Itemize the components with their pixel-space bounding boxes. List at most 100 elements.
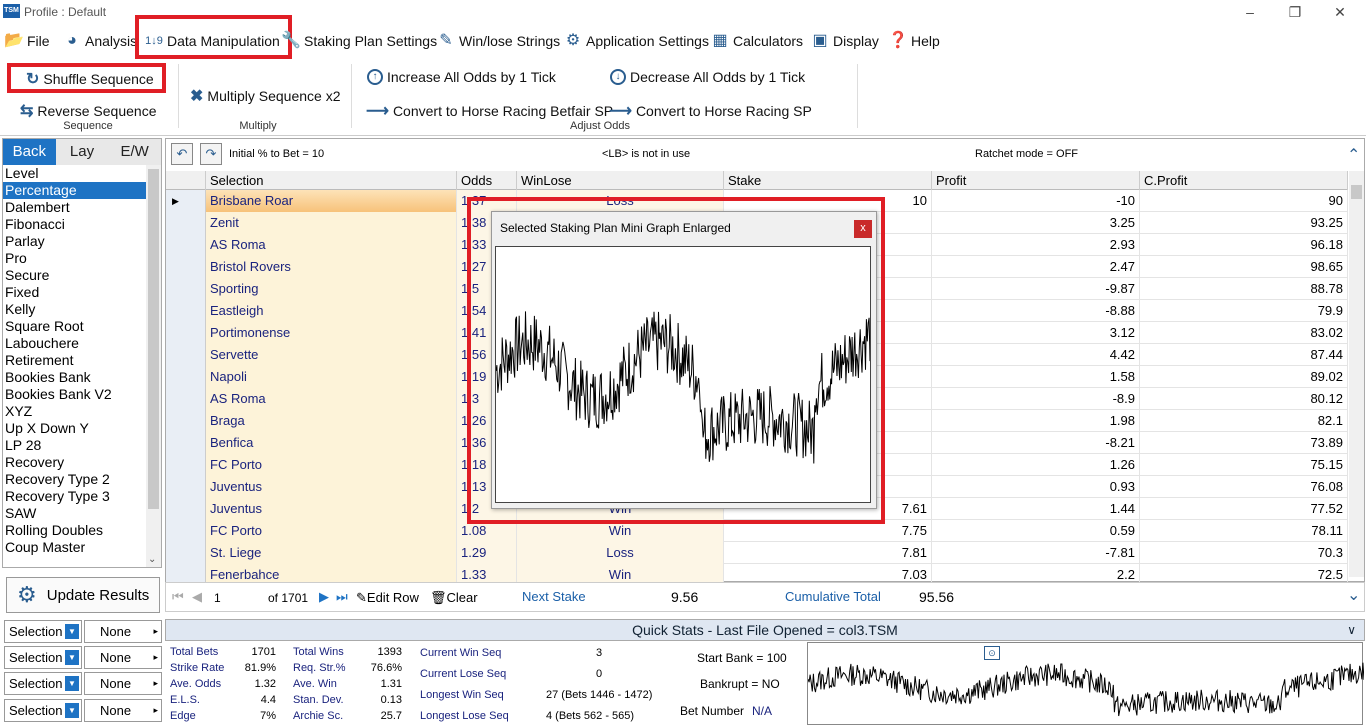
header-cprofit[interactable]: C.Profit — [1140, 171, 1348, 190]
menu-analysis[interactable]: ◕ Analysis — [62, 29, 137, 53]
redo-icon[interactable]: ↷ — [200, 143, 222, 165]
cell-odds[interactable]: 1.29 — [457, 542, 517, 564]
none-dropdown[interactable]: None ▸ — [84, 620, 162, 643]
cell-cprofit[interactable]: 87.44 — [1140, 344, 1348, 366]
plan-list-scrollbar[interactable]: ⌄ — [146, 165, 161, 567]
none-dropdown[interactable]: None ▸ — [84, 646, 162, 669]
plan-item[interactable]: Pro — [3, 250, 146, 267]
cell-winlose[interactable]: Loss — [517, 542, 724, 564]
cell-profit[interactable]: -9.87 — [932, 278, 1140, 300]
plan-item[interactable]: Percentage — [3, 182, 146, 199]
cell-selection[interactable]: FC Porto — [206, 454, 457, 476]
header-winlose[interactable]: WinLose — [517, 171, 724, 190]
row-header[interactable] — [166, 322, 206, 344]
plan-item[interactable]: Kelly — [3, 301, 146, 318]
chevron-down-icon[interactable]: ▼ — [65, 624, 79, 639]
prev-record-icon[interactable]: ◀ — [192, 589, 202, 605]
cell-selection[interactable]: Braga — [206, 410, 457, 432]
plan-item[interactable]: SAW — [3, 505, 146, 522]
cell-selection[interactable]: Eastleigh — [206, 300, 457, 322]
cell-profit[interactable]: 4.42 — [932, 344, 1140, 366]
plan-item[interactable]: Bookies Bank V2 — [3, 386, 146, 403]
chevron-down-icon[interactable]: ▼ — [65, 650, 79, 665]
collapse-chevron-icon[interactable]: ∨ — [1347, 620, 1356, 640]
selection-dropdown[interactable]: Selection ▼ — [4, 620, 82, 643]
menu-help[interactable]: ❓ Help — [888, 29, 940, 53]
record-number-input[interactable]: 1 — [214, 591, 221, 605]
scrollbar-thumb[interactable] — [148, 169, 159, 509]
plan-item[interactable]: Parlay — [3, 233, 146, 250]
reverse-sequence-button[interactable]: ⇆ Reverse Sequence — [20, 101, 156, 121]
cell-cprofit[interactable]: 79.9 — [1140, 300, 1348, 322]
collapse-up-icon[interactable]: ⌃ — [1347, 145, 1360, 165]
row-header[interactable] — [166, 476, 206, 498]
cell-cprofit[interactable]: 90 — [1140, 190, 1348, 212]
header-selection[interactable]: Selection — [206, 171, 457, 190]
minimize-icon[interactable]: – — [1238, 2, 1262, 22]
plan-item[interactable]: LP 28 — [3, 437, 146, 454]
plan-item[interactable]: Bookies Bank — [3, 369, 146, 386]
cell-selection[interactable]: St. Liege — [206, 542, 457, 564]
quick-stats-header[interactable]: Quick Stats - Last File Opened = col3.TS… — [165, 619, 1365, 641]
cell-profit[interactable]: 2.47 — [932, 256, 1140, 278]
restore-icon[interactable]: ❐ — [1283, 2, 1307, 22]
close-icon[interactable]: ✕ — [1328, 2, 1352, 22]
selection-dropdown[interactable]: Selection ▼ — [4, 699, 82, 722]
row-header[interactable] — [166, 410, 206, 432]
cell-selection[interactable]: Bristol Rovers — [206, 256, 457, 278]
plan-item[interactable]: Up X Down Y — [3, 420, 146, 437]
menu-file[interactable]: 📂 File — [4, 29, 50, 53]
cell-cprofit[interactable]: 73.89 — [1140, 432, 1348, 454]
plan-item[interactable]: Fibonacci — [3, 216, 146, 233]
collapse-down-icon[interactable]: ⌄ — [1347, 585, 1360, 605]
tab-ew[interactable]: E/W — [108, 139, 162, 165]
cell-selection[interactable]: AS Roma — [206, 234, 457, 256]
cell-profit[interactable]: -10 — [932, 190, 1140, 212]
cell-cprofit[interactable]: 80.12 — [1140, 388, 1348, 410]
plan-item[interactable]: XYZ — [3, 403, 146, 420]
last-record-icon[interactable]: ⏭ — [336, 589, 348, 605]
cell-profit[interactable]: 1.44 — [932, 498, 1140, 520]
plan-item[interactable]: Recovery Type 3 — [3, 488, 146, 505]
cell-stake[interactable]: 7.81 — [724, 542, 932, 564]
row-header[interactable] — [166, 344, 206, 366]
chevron-down-icon[interactable]: ⌄ — [148, 554, 156, 565]
multiply-sequence-button[interactable]: ✖ Multiply Sequence x2 — [190, 86, 340, 106]
row-header[interactable]: ▶ — [166, 190, 206, 212]
header-profit[interactable]: Profit — [932, 171, 1140, 190]
menu-display[interactable]: ▣ Display — [810, 29, 878, 53]
update-results-button[interactable]: ⚙ Update Results — [6, 577, 160, 613]
plan-item[interactable]: Level — [3, 165, 146, 182]
row-header[interactable] — [166, 300, 206, 322]
row-header[interactable] — [166, 432, 206, 454]
selection-dropdown[interactable]: Selection ▼ — [4, 672, 82, 695]
scrollbar-thumb[interactable] — [1351, 185, 1362, 199]
cell-selection[interactable]: Sporting — [206, 278, 457, 300]
tab-lay[interactable]: Lay — [55, 139, 109, 165]
menu-calculators[interactable]: ▦ Calculators — [710, 29, 803, 53]
clear-button[interactable]: 🗑Clear — [430, 590, 478, 606]
header-stake[interactable]: Stake — [724, 171, 932, 190]
edit-row-button[interactable]: ✎Edit Row — [356, 590, 419, 606]
cell-cprofit[interactable]: 89.02 — [1140, 366, 1348, 388]
convert-betfair-sp-button[interactable]: ⟶ Convert to Horse Racing Betfair SP — [366, 101, 613, 121]
cell-profit[interactable]: 2.93 — [932, 234, 1140, 256]
none-dropdown[interactable]: None ▸ — [84, 699, 162, 722]
plan-item[interactable]: Fixed — [3, 284, 146, 301]
cell-selection[interactable]: Juventus — [206, 476, 457, 498]
row-header[interactable] — [166, 256, 206, 278]
cell-cprofit[interactable]: 83.02 — [1140, 322, 1348, 344]
row-header[interactable] — [166, 278, 206, 300]
table-row[interactable]: St. Liege 1.29 Loss 7.81 -7.81 70.3 — [166, 542, 1348, 564]
cell-cprofit[interactable]: 77.52 — [1140, 498, 1348, 520]
cell-cprofit[interactable]: 75.15 — [1140, 454, 1348, 476]
cell-cprofit[interactable]: 96.18 — [1140, 234, 1348, 256]
chevron-down-icon[interactable]: ▼ — [65, 703, 79, 718]
cell-profit[interactable]: -8.88 — [932, 300, 1140, 322]
row-header[interactable] — [166, 542, 206, 564]
cell-cprofit[interactable]: 82.1 — [1140, 410, 1348, 432]
plan-item[interactable]: Labouchere — [3, 335, 146, 352]
plan-item[interactable]: Recovery Type 2 — [3, 471, 146, 488]
cell-selection[interactable]: Juventus — [206, 498, 457, 520]
cell-selection[interactable]: AS Roma — [206, 388, 457, 410]
